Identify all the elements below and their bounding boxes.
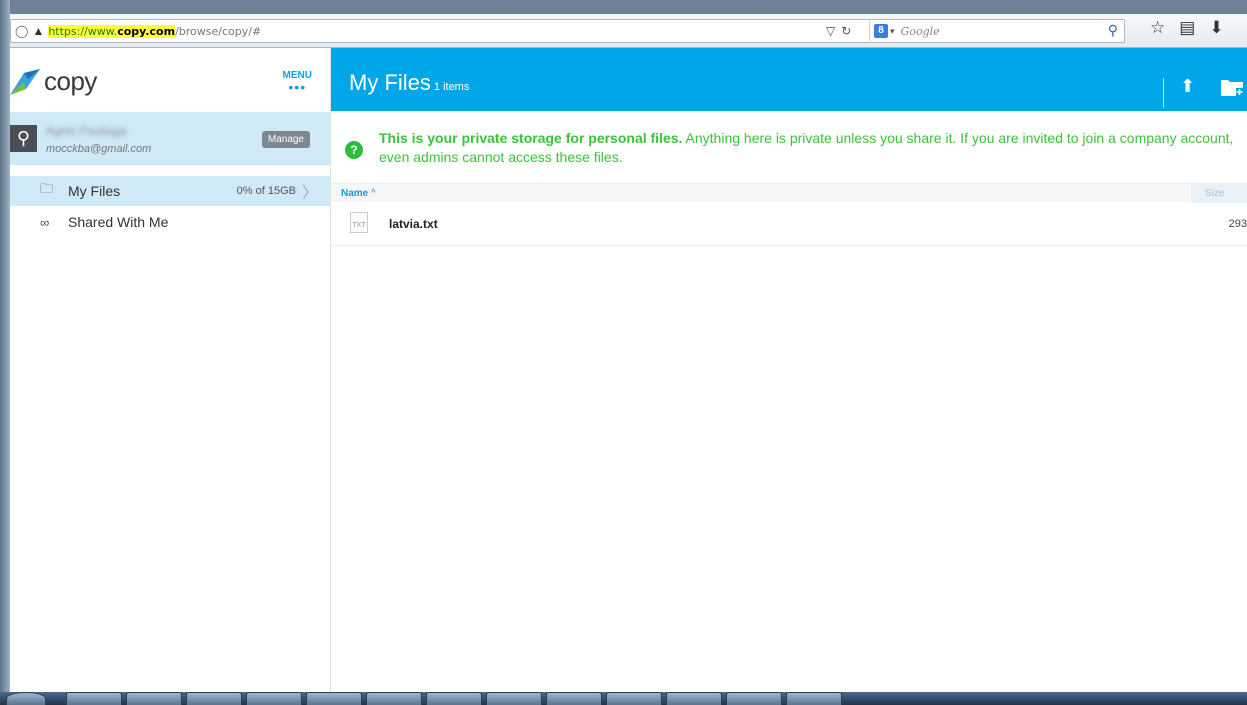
user-avatar-icon[interactable]: ⚲ <box>10 125 37 152</box>
column-name-label: Name <box>341 188 369 199</box>
upload-icon[interactable]: ⬆ <box>1180 76 1195 97</box>
taskbar-app-button[interactable] <box>246 692 302 705</box>
account-panel: ⚲ Agnis Pooliaga mocckba@gmail.com Manag… <box>10 112 330 165</box>
taskbar-app-button[interactable] <box>306 692 362 705</box>
url-prefix: https://www. <box>48 24 118 38</box>
column-header-name[interactable]: Name ^ <box>341 188 376 199</box>
sidebar: copy MENU ••• ⚲ Agnis Pooliaga mocckba@g… <box>10 48 331 692</box>
window-edge <box>0 0 10 705</box>
sidebar-item-label: My Files <box>68 183 121 199</box>
warning-icon[interactable]: ▲ <box>32 24 44 38</box>
main-content: My Files 1 items ⬆ ? This is your private… <box>331 48 1247 692</box>
storage-quota: 0% of 15GB <box>236 185 296 197</box>
download-icon[interactable]: ⬇ <box>1209 18 1223 38</box>
os-taskbar <box>0 692 1247 705</box>
notice-text: This is your private storage for persona… <box>379 129 1247 167</box>
header-divider <box>1163 78 1164 108</box>
taskbar-app-button[interactable] <box>186 692 242 705</box>
column-header-size[interactable]: Size <box>1191 184 1247 203</box>
url-actions: ▽ ↻ <box>826 20 851 42</box>
bookmark-star-icon[interactable]: ☆ <box>1150 18 1165 38</box>
taskbar-app-button[interactable] <box>366 692 422 705</box>
reading-list-icon[interactable]: ▤ <box>1179 18 1195 38</box>
sidebar-item-my-files[interactable]: 🗀 My Files 0% of 15GB 〉 <box>10 176 330 206</box>
taskbar-app-button[interactable] <box>486 692 542 705</box>
sort-ascending-icon: ^ <box>371 188 376 199</box>
taskbar-app-button[interactable] <box>66 692 122 705</box>
browser-toolbar: ◯ ▲ https://www.copy.com/browse/copy/# ▽… <box>10 14 1247 48</box>
private-storage-notice: ? This is your private storage for perso… <box>331 123 1247 171</box>
logo-text[interactable]: copy <box>44 66 97 97</box>
shared-users-icon: ∞ <box>40 214 50 230</box>
sidebar-item-shared-with-me[interactable]: ∞ Shared With Me <box>10 207 330 237</box>
url-text[interactable]: https://www.copy.com/browse/copy/# <box>48 24 262 38</box>
taskbar-app-button[interactable] <box>786 692 842 705</box>
browser-toolbar-icons: ☆ ▤ ⬇ <box>1150 18 1224 38</box>
taskbar-app-button[interactable] <box>606 692 662 705</box>
chevron-right-icon: 〉 <box>301 185 318 202</box>
copy-logo-icon[interactable] <box>10 69 40 95</box>
new-folder-icon[interactable] <box>1221 78 1243 96</box>
file-list-header: Name ^ Size <box>331 183 1247 203</box>
menu-dots-icon: ••• <box>288 79 307 95</box>
browser-window: ◯ ▲ https://www.copy.com/browse/copy/# ▽… <box>0 0 1247 705</box>
taskbar-app-button[interactable] <box>726 692 782 705</box>
search-engine-dropdown-icon[interactable]: ▾ <box>890 26 895 37</box>
taskbar-app-button[interactable] <box>546 692 602 705</box>
file-name[interactable]: latvia.txt <box>389 217 438 231</box>
file-size: 293 <box>1228 218 1247 230</box>
taskbar-app-button[interactable] <box>666 692 722 705</box>
file-row[interactable]: TXT latvia.txt 293 <box>331 204 1247 246</box>
reload-icon[interactable]: ↻ <box>841 24 851 38</box>
taskbar-start-button[interactable] <box>6 692 46 705</box>
search-placeholder: Google <box>900 24 940 38</box>
brand-bar: copy MENU ••• <box>10 48 330 112</box>
shield-icon[interactable]: ◯ <box>15 24 28 38</box>
page-title-text: My Files <box>349 70 431 95</box>
sidebar-item-label: Shared With Me <box>68 214 169 230</box>
url-path: /browse/copy/# <box>175 24 262 38</box>
search-icon[interactable]: ⚲ <box>1108 22 1118 39</box>
url-security-icons: ◯ ▲ <box>11 24 44 38</box>
manage-button[interactable]: Manage <box>261 131 310 148</box>
taskbar-app-button[interactable] <box>426 692 482 705</box>
text-file-icon: TXT <box>350 212 368 233</box>
search-input[interactable]: 8 ▾ Google ⚲ <box>869 21 1124 41</box>
page-header: My Files 1 items ⬆ <box>331 48 1247 111</box>
menu-button[interactable]: MENU ••• <box>283 70 312 95</box>
folder-icon: 🗀 <box>40 181 54 196</box>
address-bar[interactable]: ◯ ▲ https://www.copy.com/browse/copy/# ▽… <box>10 19 1125 43</box>
notice-headline: This is your private storage for persona… <box>379 130 683 146</box>
google-icon[interactable]: 8 <box>874 24 888 38</box>
help-icon: ? <box>345 141 363 159</box>
url-domain: copy.com <box>117 24 176 38</box>
taskbar-app-button[interactable] <box>126 692 182 705</box>
item-count: 1 items <box>433 81 470 93</box>
page-title: My Files 1 items <box>349 70 469 96</box>
account-name: Agnis Pooliaga <box>46 124 127 138</box>
account-email: mocckba@gmail.com <box>46 143 152 155</box>
dropdown-arrow-icon[interactable]: ▽ <box>826 24 835 38</box>
